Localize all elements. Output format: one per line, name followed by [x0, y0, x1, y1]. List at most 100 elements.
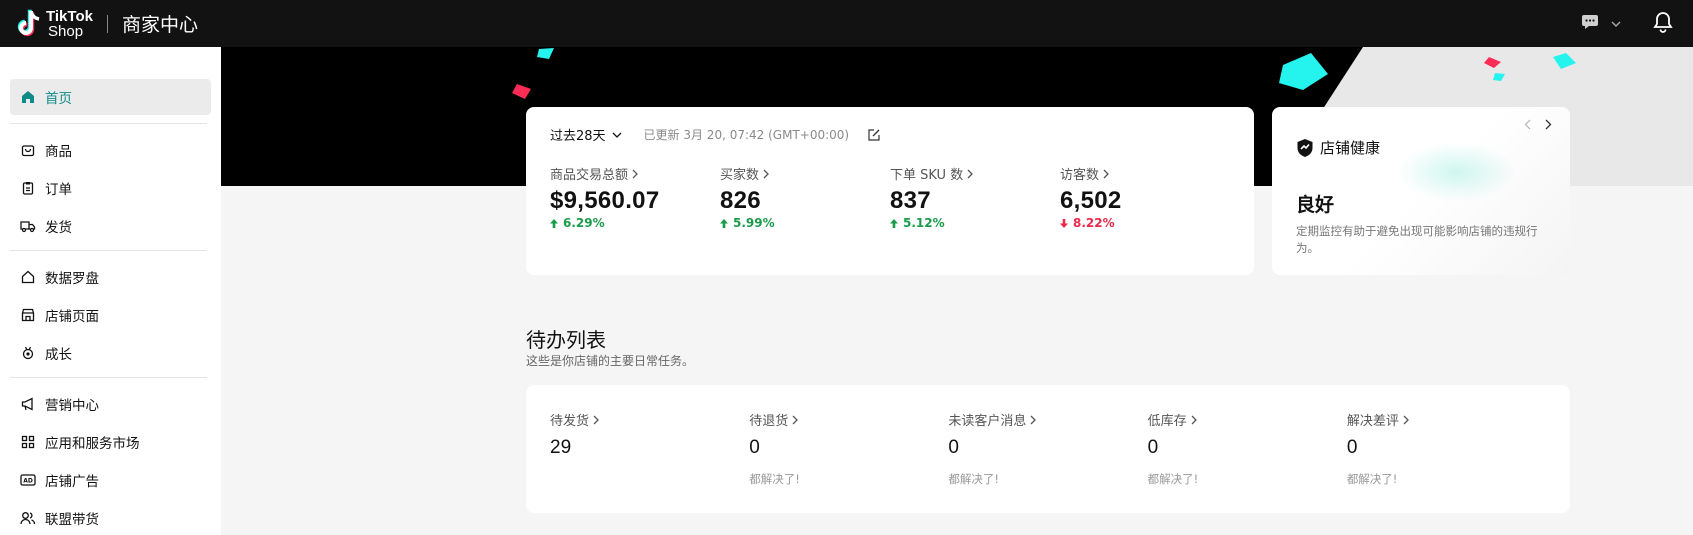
affiliate-users-icon — [20, 510, 36, 526]
chevron-right-icon — [1030, 415, 1037, 425]
metric-change-value: 8.22% — [1073, 216, 1115, 230]
apps-grid-icon — [20, 434, 36, 450]
ad-icon: AD — [20, 472, 36, 488]
metrics-row: 商品交易总额 $9,560.07 6.29% 买家数 826 5.99% 下单 … — [550, 164, 1230, 230]
chevron-left-icon[interactable] — [1524, 119, 1531, 130]
metric-change-value: 5.12% — [903, 216, 945, 230]
health-description: 定期监控有助于避免出现可能影响店铺的违规行为。 — [1296, 224, 1538, 255]
todo-value: 0 — [948, 437, 959, 458]
todo-link[interactable]: 待退货 — [749, 410, 948, 429]
metric-change: 8.22% — [1060, 216, 1230, 230]
sidebar-item-label: 应用和服务市场 — [45, 436, 140, 452]
sidebar-divider — [10, 250, 207, 251]
home-icon — [20, 89, 36, 105]
arrow-up-icon — [550, 218, 558, 228]
bell-icon — [1653, 11, 1673, 37]
sidebar-item-affiliate[interactable]: 联盟带货 — [10, 500, 211, 535]
chat-bubble-icon — [1581, 14, 1599, 34]
svg-text:AD: AD — [23, 478, 33, 485]
todo-link[interactable]: 低库存 — [1148, 410, 1347, 429]
compass-home-icon — [20, 269, 36, 285]
clipboard-icon — [20, 180, 36, 196]
metric-visitors: 访客数 6,502 8.22% — [1060, 164, 1230, 230]
sidebar-item-label: 店铺广告 — [45, 474, 99, 490]
todo-pending-return: 待退货 0 都解决了! — [749, 410, 948, 488]
metric-change: 5.99% — [720, 216, 890, 230]
todo-value: 0 — [1147, 437, 1159, 458]
metric-sku-orders: 下单 SKU 数 837 5.12% — [890, 164, 1060, 230]
chevron-right-icon[interactable] — [1545, 119, 1552, 130]
metric-label: 买家数 — [720, 168, 760, 183]
todo-label: 解决差评 — [1346, 414, 1399, 429]
sidebar-divider — [10, 123, 207, 124]
metric-buyers-link[interactable]: 买家数 — [720, 164, 890, 183]
metric-gmv-link[interactable]: 商品交易总额 — [550, 164, 720, 183]
stats-toolbar: 过去28天 已更新 3月 20, 07:42 (GMT+00:00) — [550, 125, 1230, 144]
sidebar-item-label: 联盟带货 — [45, 512, 99, 528]
todo-card: 待发货 29 待退货 0 都解决了! 未读客户消息 0 都解决了! 低库存 0 … — [526, 385, 1570, 513]
sidebar-item-label: 订单 — [45, 182, 72, 198]
notifications-button[interactable] — [1653, 11, 1673, 37]
logo-title: TikTok — [46, 7, 93, 25]
todo-heading: 待办列表 — [526, 328, 606, 352]
metric-value: 6,502 — [1060, 187, 1122, 214]
sidebar-item-growth[interactable]: 成长 — [10, 335, 211, 371]
chevron-right-icon — [1103, 169, 1109, 179]
todo-note: 都解决了! — [1346, 472, 1398, 486]
medal-icon — [20, 345, 36, 361]
sidebar-item-data-compass[interactable]: 数据罗盘 — [10, 259, 211, 295]
sidebar-item-products[interactable]: 商品 — [10, 132, 211, 168]
header-divider — [106, 14, 108, 33]
logo-subtitle: Shop — [48, 22, 84, 40]
metric-label: 下单 SKU 数 — [890, 168, 964, 183]
sidebar-item-label: 发货 — [45, 220, 72, 236]
megaphone-icon — [20, 396, 36, 412]
metric-value: 826 — [720, 187, 761, 214]
arrow-up-icon — [720, 218, 728, 228]
last-updated-text: 已更新 3月 20, 07:42 (GMT+00:00) — [643, 128, 850, 142]
todo-value: 29 — [550, 437, 572, 458]
sidebar-nav: 首页 商品 订单 发货 数据罗盘 店铺页面 成长 营销中心 应用和服务市场 AD… — [0, 47, 221, 535]
page-header-title: 商家中心 — [121, 14, 198, 36]
chevron-right-icon — [763, 169, 769, 179]
metric-sku-link[interactable]: 下单 SKU 数 — [890, 164, 1060, 183]
todo-label: 低库存 — [1147, 414, 1187, 429]
sidebar-item-shipping[interactable]: 发货 — [10, 208, 211, 244]
business-stats-card: 过去28天 已更新 3月 20, 07:42 (GMT+00:00) 商品交易总… — [526, 107, 1254, 275]
todo-value: 0 — [749, 437, 760, 458]
store-health-card: 店铺健康 良好 定期监控有助于避免出现可能影响店铺的违规行为。 — [1272, 107, 1570, 275]
edit-icon[interactable] — [867, 128, 881, 142]
sidebar-item-app-market[interactable]: 应用和服务市场 — [10, 424, 211, 460]
todo-link[interactable]: 未读客户消息 — [948, 410, 1147, 429]
metric-value: 837 — [890, 187, 931, 214]
todo-link[interactable]: 解决差评 — [1347, 410, 1546, 429]
todo-label: 未读客户消息 — [948, 414, 1027, 429]
chevron-right-icon — [593, 415, 599, 425]
sidebar-item-store-ads[interactable]: AD 店铺广告 — [10, 462, 211, 498]
sidebar-item-store-page[interactable]: 店铺页面 — [10, 297, 211, 333]
chevron-right-icon — [1403, 415, 1409, 425]
date-range-select[interactable]: 过去28天 — [550, 125, 622, 144]
metric-label: 商品交易总额 — [550, 168, 629, 183]
health-title-text: 店铺健康 — [1320, 139, 1381, 157]
tiktok-shop-logo[interactable]: TikTok Shop — [16, 9, 93, 39]
sidebar-item-label: 成长 — [45, 347, 72, 363]
shield-icon — [1296, 138, 1314, 158]
sidebar-item-home[interactable]: 首页 — [10, 79, 211, 115]
todo-value: 0 — [1346, 437, 1358, 458]
chevron-right-icon — [792, 415, 799, 425]
todo-link[interactable]: 待发货 — [550, 410, 749, 429]
sidebar-divider — [10, 377, 207, 378]
chevron-right-icon — [1191, 415, 1197, 425]
metric-visitors-link[interactable]: 访客数 — [1060, 164, 1230, 183]
todo-label: 待退货 — [749, 414, 789, 429]
sidebar-item-orders[interactable]: 订单 — [10, 170, 211, 206]
chevron-right-icon — [967, 169, 974, 179]
todo-pending-shipment: 待发货 29 — [550, 410, 749, 488]
metric-change: 6.29% — [550, 216, 720, 230]
sidebar-item-marketing[interactable]: 营销中心 — [10, 386, 211, 422]
metric-change-value: 6.29% — [563, 216, 605, 230]
messages-menu-button[interactable] — [1581, 14, 1621, 34]
logo-text: TikTok Shop — [46, 9, 93, 39]
todo-note: 都解决了! — [749, 472, 800, 486]
